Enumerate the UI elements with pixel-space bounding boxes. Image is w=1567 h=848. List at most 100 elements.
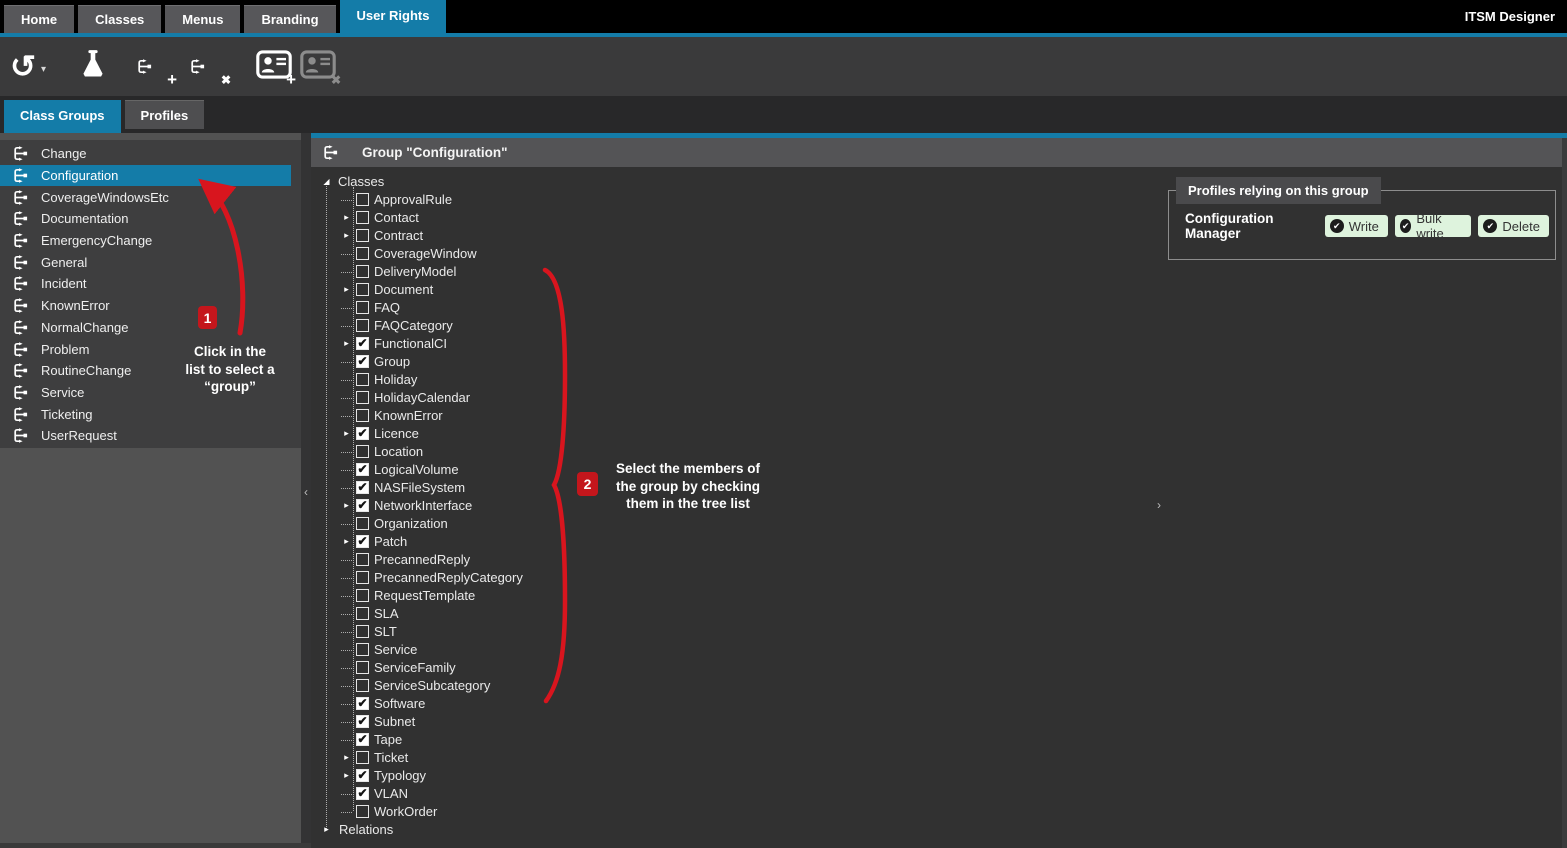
class-tree-row-subnet[interactable]: ✔ Subnet <box>322 712 523 730</box>
class-tree-row-location[interactable]: Location <box>322 442 523 460</box>
class-checkbox[interactable]: ✔ <box>356 787 369 800</box>
class-tree-row-patch[interactable]: ▸ ✔ Patch <box>322 532 523 550</box>
class-tree-row-slt[interactable]: SLT <box>322 622 523 640</box>
class-checkbox[interactable] <box>356 589 369 602</box>
class-tree-row-ticket[interactable]: ▸ Ticket <box>322 748 523 766</box>
sidebar-group-general[interactable]: General <box>0 251 301 273</box>
class-tree-row-faq[interactable]: FAQ <box>322 298 523 316</box>
add-group-button[interactable]: + <box>136 46 173 88</box>
collapsed-node-icon[interactable]: ▸ <box>344 338 349 348</box>
add-profile-button[interactable]: + <box>256 46 292 88</box>
sidebar-group-documentation[interactable]: Documentation <box>0 208 301 230</box>
class-checkbox[interactable]: ✔ <box>356 355 369 368</box>
class-checkbox[interactable]: ✔ <box>356 463 369 476</box>
collapsed-node-icon[interactable]: ▸ <box>344 500 349 510</box>
class-checkbox[interactable] <box>356 229 369 242</box>
class-tree-row-functionalci[interactable]: ▸ ✔ FunctionalCI <box>322 334 523 352</box>
class-checkbox[interactable] <box>356 319 369 332</box>
class-tree-row-precannedreply[interactable]: PrecannedReply <box>322 550 523 568</box>
tree-root-relations[interactable]: ▸ Relations <box>322 820 523 838</box>
collapsed-node-icon[interactable]: ▸ <box>344 284 349 294</box>
class-checkbox[interactable] <box>356 301 369 314</box>
class-tree-row-logicalvolume[interactable]: ✔ LogicalVolume <box>322 460 523 478</box>
class-checkbox[interactable] <box>356 445 369 458</box>
class-checkbox[interactable] <box>356 283 369 296</box>
class-tree-row-knownerror[interactable]: KnownError <box>322 406 523 424</box>
class-tree-row-sla[interactable]: SLA <box>322 604 523 622</box>
collapsed-node-icon[interactable]: ▸ <box>344 752 349 762</box>
collapsed-node-icon[interactable]: ▸ <box>344 770 349 780</box>
class-checkbox[interactable]: ✔ <box>356 427 369 440</box>
class-checkbox[interactable] <box>356 661 369 674</box>
tab-branding[interactable]: Branding <box>244 5 335 33</box>
class-checkbox[interactable]: ✔ <box>356 733 369 746</box>
class-tree-row-service[interactable]: Service <box>322 640 523 658</box>
test-button[interactable] <box>80 46 106 88</box>
class-checkbox[interactable]: ✔ <box>356 697 369 710</box>
class-checkbox[interactable] <box>356 607 369 620</box>
class-checkbox[interactable] <box>356 517 369 530</box>
class-checkbox[interactable]: ✔ <box>356 535 369 548</box>
class-tree-row-holiday[interactable]: Holiday <box>322 370 523 388</box>
sidebar-group-normalchange[interactable]: NormalChange <box>0 317 301 339</box>
class-checkbox[interactable]: ✔ <box>356 481 369 494</box>
class-tree-row-approvalrule[interactable]: ApprovalRule <box>322 190 523 208</box>
tab-classes[interactable]: Classes <box>78 5 161 33</box>
collapsed-node-icon[interactable]: ▸ <box>344 212 349 222</box>
tab-user-rights[interactable]: User Rights <box>340 0 447 33</box>
scroll-strip[interactable] <box>1562 138 1567 848</box>
class-checkbox[interactable]: ✔ <box>356 499 369 512</box>
delete-group-button[interactable]: ✖ <box>189 46 226 88</box>
class-tree-row-holidaycalendar[interactable]: HolidayCalendar <box>322 388 523 406</box>
class-checkbox[interactable] <box>356 805 369 818</box>
class-tree-row-networkinterface[interactable]: ▸ ✔ NetworkInterface <box>322 496 523 514</box>
class-tree-row-servicefamily[interactable]: ServiceFamily <box>322 658 523 676</box>
tab-class-groups[interactable]: Class Groups <box>4 100 121 133</box>
class-checkbox[interactable] <box>356 679 369 692</box>
class-tree-row-document[interactable]: ▸ Document <box>322 280 523 298</box>
collapsed-node-icon[interactable]: ▸ <box>344 230 349 240</box>
class-tree-row-contact[interactable]: ▸ Contact <box>322 208 523 226</box>
class-tree-row-workorder[interactable]: WorkOrder <box>322 802 523 820</box>
class-tree-row-vlan[interactable]: ✔ VLAN <box>322 784 523 802</box>
sidebar-group-change[interactable]: Change <box>0 143 301 165</box>
sidebar-group-configuration[interactable]: Configuration <box>0 165 291 187</box>
sidebar-group-userrequest[interactable]: UserRequest <box>0 425 301 447</box>
class-checkbox[interactable] <box>356 625 369 638</box>
class-tree-row-group[interactable]: ✔ Group <box>322 352 523 370</box>
class-checkbox[interactable] <box>356 643 369 656</box>
sidebar-splitter[interactable]: ‹ <box>301 133 311 848</box>
class-tree-row-servicesubcategory[interactable]: ServiceSubcategory <box>322 676 523 694</box>
class-tree-row-requesttemplate[interactable]: RequestTemplate <box>322 586 523 604</box>
class-tree-row-organization[interactable]: Organization <box>322 514 523 532</box>
chevron-down-icon[interactable]: ▾ <box>41 64 46 75</box>
class-tree-row-software[interactable]: ✔ Software <box>322 694 523 712</box>
class-checkbox[interactable] <box>356 391 369 404</box>
class-tree-row-licence[interactable]: ▸ ✔ Licence <box>322 424 523 442</box>
tab-profiles[interactable]: Profiles <box>125 100 205 129</box>
class-checkbox[interactable] <box>356 265 369 278</box>
expanded-node-icon[interactable]: ◢ <box>320 177 333 186</box>
class-checkbox[interactable] <box>356 751 369 764</box>
class-tree-row-deliverymodel[interactable]: DeliveryModel <box>322 262 523 280</box>
tab-menus[interactable]: Menus <box>165 5 240 33</box>
class-tree-row-tape[interactable]: ✔ Tape <box>322 730 523 748</box>
class-checkbox[interactable] <box>356 193 369 206</box>
class-tree-row-precannedreplycategory[interactable]: PrecannedReplyCategory <box>322 568 523 586</box>
class-checkbox[interactable] <box>356 211 369 224</box>
collapse-left-icon[interactable]: ‹ <box>301 485 311 499</box>
tab-home[interactable]: Home <box>4 5 74 33</box>
collapsed-node-icon[interactable]: ▸ <box>344 428 349 438</box>
collapsed-node-icon[interactable]: ▸ <box>324 824 329 834</box>
class-checkbox[interactable] <box>356 247 369 260</box>
sidebar-group-emergencychange[interactable]: EmergencyChange <box>0 230 301 252</box>
class-checkbox[interactable] <box>356 373 369 386</box>
class-checkbox[interactable]: ✔ <box>356 337 369 350</box>
class-checkbox[interactable]: ✔ <box>356 715 369 728</box>
sidebar-group-knownerror[interactable]: KnownError <box>0 295 301 317</box>
collapse-right-icon[interactable]: › <box>1154 498 1164 512</box>
class-tree-row-nasfilesystem[interactable]: ✔ NASFileSystem <box>322 478 523 496</box>
class-tree-row-faqcategory[interactable]: FAQCategory <box>322 316 523 334</box>
undo-button[interactable]: ↺ ▾ <box>10 46 46 88</box>
class-checkbox[interactable] <box>356 571 369 584</box>
